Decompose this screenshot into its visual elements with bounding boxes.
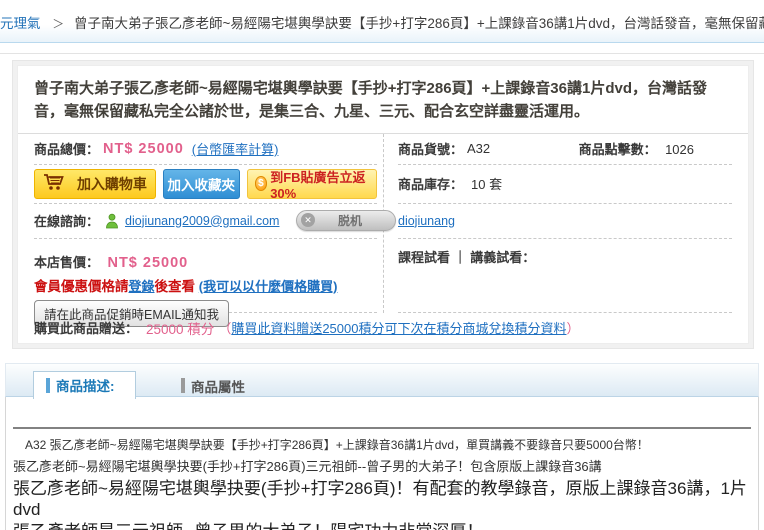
consult-label: 在線諮詢： [34, 214, 100, 229]
member-price-question-link[interactable]: (我可以以什麼價格購買) [199, 279, 338, 294]
add-to-favorites-button[interactable]: 加入收藏夾 [162, 168, 240, 199]
consult-id-link[interactable]: diojiunang [398, 214, 455, 228]
breadcrumb: 元理氣 ＞ 曾子南大弟子張乙彥老師~易經陽宅堪輿學訣要【手抄+打字286頁】+上… [0, 4, 764, 43]
tab-description-label: 商品描述: [56, 379, 115, 394]
consult-email-link[interactable]: diojiunang2009@gmail.com [125, 214, 279, 228]
add-to-favorites-label: 加入收藏夾 [167, 177, 235, 193]
person-online-icon [104, 213, 120, 229]
tab-marker-icon [46, 377, 50, 393]
tab-strip: 商品描述: 商品屬性 [5, 362, 759, 399]
breadcrumb-separator: ＞ [52, 17, 65, 31]
description-line: 張乙彥老師~易經陽宅堪輿學抉要(手抄+打字286頁)！有配套的教學錄音，原版上課… [13, 478, 747, 519]
offline-x-icon: ✕ [301, 213, 315, 227]
member-price-suffix: 後查看 [154, 278, 196, 294]
member-price-prefix: 會員優惠價格請 [34, 278, 129, 294]
bonus-paren-open: （ [218, 321, 232, 336]
stock-label: 商品庫存： [398, 177, 464, 192]
clicks-label: 商品點擊數： [578, 141, 657, 157]
product-info-panel: 曾子南大弟子張乙彥老師~易經陽宅堪輿學訣要【手抄+打字286頁】+上課錄音36講… [12, 60, 754, 349]
shop-price-label: 本店售價： [34, 254, 100, 270]
description-line: 張乙彥老師是三元祖師--曾子男的大弟子！陽宅功力非常深厚！ [13, 521, 753, 530]
sku-value: A32 [467, 141, 491, 156]
add-to-cart-button[interactable]: 加入購物車 [34, 168, 156, 199]
sku-label: 商品貨號： [398, 142, 464, 157]
fb-promo-label: 到FB貼廣告立返30% [270, 169, 366, 201]
divider [13, 426, 751, 429]
login-link[interactable]: 登錄 [129, 279, 155, 294]
breadcrumb-current: 曾子南大弟子張乙彥老師~易經陽宅堪輿學訣要【手抄+打字286頁】+上課錄音36講… [74, 16, 764, 31]
offline-status-badge[interactable]: ✕ 脱机 [296, 209, 396, 231]
bonus-paren-close: ） [566, 321, 580, 336]
shop-price-value: NT$ 25000 [107, 254, 189, 271]
description-line: A32 張乙彥老師~易經陽宅堪輿學訣要【手抄+打字286頁】+上課錄音36講1片… [25, 437, 649, 452]
fb-promo-button[interactable]: $ 到FB貼廣告立返30% [246, 168, 378, 201]
offline-status-label: 脱机 [337, 213, 362, 228]
total-price-value: NT$ 25000 [103, 140, 184, 157]
tab-description[interactable]: 商品描述: [33, 370, 136, 399]
product-tabs-section: 商品描述: 商品屬性 A32 張乙彥老師~易經陽宅堪輿學訣要【手抄+打字286頁… [5, 362, 759, 530]
coin-icon: $ [254, 176, 268, 191]
cart-icon [43, 173, 65, 194]
breadcrumb-category-link[interactable]: 元理氣 [0, 16, 41, 31]
total-price-label: 商品總價： [34, 142, 100, 157]
tab-attributes-label: 商品屬性 [191, 379, 245, 395]
bonus-info-link[interactable]: 購買此資料贈送25000積分可下次在積分商城兌換積分資料 [231, 318, 566, 337]
bonus-points-value: 25000 積分 [146, 321, 215, 337]
product-title: 曾子南大弟子張乙彥老師~易經陽宅堪輿學訣要【手抄+打字286頁】+上課錄音36講… [34, 80, 708, 121]
clicks-value: 1026 [665, 141, 694, 157]
description-panel: A32 張乙彥老師~易經陽宅堪輿學訣要【手抄+打字286頁】+上課錄音36講1片… [5, 396, 759, 530]
tab-attributes[interactable]: 商品屬性 [181, 376, 245, 396]
stock-value: 10 套 [471, 177, 503, 192]
preview-label: 課程試看 ｜ 講義試看： [398, 249, 536, 265]
tab-marker-icon [181, 378, 185, 393]
description-line: 張乙彥老師~易經陽宅堪輿學抉要(手抄+打字286頁)三元祖師--曾子男的大弟子！… [13, 458, 602, 474]
bonus-label: 購買此商品贈送： [34, 321, 139, 336]
exchange-rate-link[interactable]: (台幣匯率計算) [192, 139, 279, 158]
divider [0, 53, 764, 54]
add-to-cart-label: 加入購物車 [76, 175, 147, 192]
